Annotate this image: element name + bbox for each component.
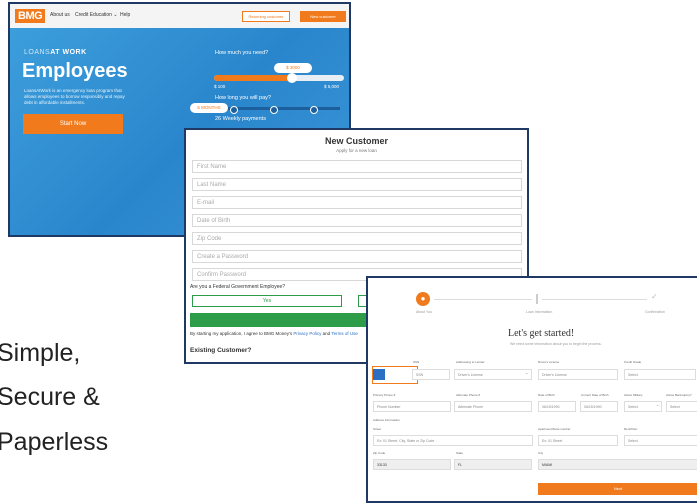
zip-code-field[interactable]: Zip Code xyxy=(192,232,522,245)
step-loan-information: Loan Information xyxy=(526,310,553,314)
term-step-dot[interactable] xyxy=(270,105,278,114)
alternate-phone-field[interactable]: Alternate Phone xyxy=(454,401,532,412)
start-now-button[interactable]: Start Now xyxy=(23,114,123,134)
street-field[interactable]: Ex: 01 Street, City, State or Zip Code xyxy=(373,435,533,446)
privacy-policy-link[interactable]: Privacy Policy xyxy=(293,331,321,336)
apartment-field[interactable]: Ex: 01 Street xyxy=(538,435,618,446)
date-of-birth-field[interactable]: 06/15/1990 xyxy=(538,401,576,412)
active-bankruptcy-select[interactable]: Select xyxy=(666,401,697,412)
field-label: Street xyxy=(373,427,382,431)
form-subtitle: Apply for a new loan xyxy=(336,148,377,153)
hero-description: LoansAtWork is an emergency loan program… xyxy=(24,88,125,105)
returning-customer-button[interactable]: Returning customer xyxy=(242,11,290,22)
field-label: Addressing to Lender xyxy=(456,360,485,364)
create-password-field[interactable]: Create a Password xyxy=(192,250,522,263)
get-started-screenshot: ● About You Loan Information ✓ Confirmat… xyxy=(366,276,697,503)
city-field[interactable]: MIAMI xyxy=(538,459,697,470)
nav-about-link[interactable]: About us xyxy=(50,12,70,18)
rent-own-select[interactable]: Select xyxy=(624,435,697,446)
amount-min-label: $ 100 xyxy=(214,84,226,89)
amount-slider-fill xyxy=(214,75,292,81)
amount-slider[interactable] xyxy=(214,73,344,83)
top-navbar: BMG About us Credit Education ⌄ Help Ret… xyxy=(10,4,349,28)
field-label: Primary Phone # xyxy=(373,393,396,397)
term-badge[interactable]: 6 MONTHS xyxy=(190,103,228,113)
field-label: SSN xyxy=(413,360,420,364)
primary-phone-field[interactable]: Phone Number xyxy=(373,401,451,412)
section-label: Address Information xyxy=(373,418,400,422)
step-marker xyxy=(536,294,538,304)
confirm-date-of-birth-field[interactable]: 06/15/1990 xyxy=(580,401,618,412)
field-label: Current Date of Birth xyxy=(581,393,609,397)
federal-employee-question: Are you a Federal Government Employee? xyxy=(190,284,286,290)
nav-help-link[interactable]: Help xyxy=(120,12,130,18)
field-label: Zip Code xyxy=(373,451,386,455)
amount-slider-handle[interactable] xyxy=(287,73,297,83)
field-label: Active Bankruptcy? xyxy=(666,393,692,397)
ssn-field[interactable]: SSN xyxy=(412,369,450,380)
license-state-select[interactable]: Driver's License xyxy=(454,369,532,380)
state-field[interactable]: FL xyxy=(454,459,532,470)
bmg-logo[interactable]: BMG xyxy=(15,9,46,23)
existing-customer-link[interactable]: Existing Customer? xyxy=(190,347,251,354)
field-label: Apartment/Suite number xyxy=(538,427,571,431)
field-label: City xyxy=(538,451,544,455)
title-select[interactable] xyxy=(373,369,385,380)
chevron-down-icon: ⌄ xyxy=(525,370,529,375)
next-button[interactable]: Next xyxy=(538,483,697,495)
date-of-birth-field[interactable]: Date of Birth xyxy=(192,214,522,227)
person-step-icon: ● xyxy=(416,292,430,306)
field-label: Alternate Phone # xyxy=(456,393,481,397)
field-label: State xyxy=(456,451,464,455)
last-name-field[interactable]: Last Name xyxy=(192,178,522,191)
drivers-license-field[interactable]: Driver's License xyxy=(538,369,618,380)
field-label: Rent/Own xyxy=(624,427,638,431)
amount-badge: $ 3000 xyxy=(274,63,312,73)
federal-yes-button[interactable]: Yes xyxy=(192,295,342,307)
terms-text: By starting my application, I agree to B… xyxy=(190,331,358,336)
step-connector xyxy=(434,299,532,300)
nav-credit-education-link[interactable]: Credit Education ⌄ xyxy=(75,12,118,18)
amount-max-label: $ 5,000 xyxy=(324,84,340,89)
chevron-down-icon: ⌄ xyxy=(656,402,660,407)
step-confirmation: Confirmation xyxy=(645,310,665,314)
amount-question: How much you need? xyxy=(215,50,269,56)
tagline-line-2: Secure & xyxy=(0,383,100,411)
step-connector xyxy=(542,299,647,300)
payments-label: 26 Weekly payments xyxy=(215,116,266,122)
term-step-dot[interactable] xyxy=(230,105,238,114)
field-label: Credit Grade xyxy=(624,360,642,364)
get-started-heading: Let's get started! xyxy=(508,328,575,339)
terms-of-use-link[interactable]: Terms of Use xyxy=(331,331,358,336)
checkmark-icon: ✓ xyxy=(651,292,658,301)
get-started-subheading: We need some information about you to be… xyxy=(510,342,602,346)
credit-grade-select[interactable]: Select xyxy=(624,369,696,380)
field-label: Active Military xyxy=(624,393,643,397)
term-question: How long you will pay? xyxy=(215,95,271,101)
field-label: Driver's License xyxy=(538,360,560,364)
step-about-you: About You xyxy=(416,310,432,314)
field-label: Date of Birth xyxy=(538,393,555,397)
tagline-line-1: Simple, xyxy=(0,339,81,367)
new-customer-button[interactable]: New customer xyxy=(300,11,346,22)
loans-at-work-brand: LOANSAT WORK xyxy=(24,49,87,56)
form-title: New Customer xyxy=(324,136,388,146)
zip-code-field[interactable]: 33133 xyxy=(373,459,451,470)
tagline-line-3: Paperless xyxy=(0,428,109,456)
hero-title: Employees xyxy=(22,60,128,82)
email-field[interactable]: E-mail xyxy=(192,196,522,209)
first-name-field[interactable]: First Name xyxy=(192,160,522,173)
term-step-dot[interactable] xyxy=(310,105,318,114)
